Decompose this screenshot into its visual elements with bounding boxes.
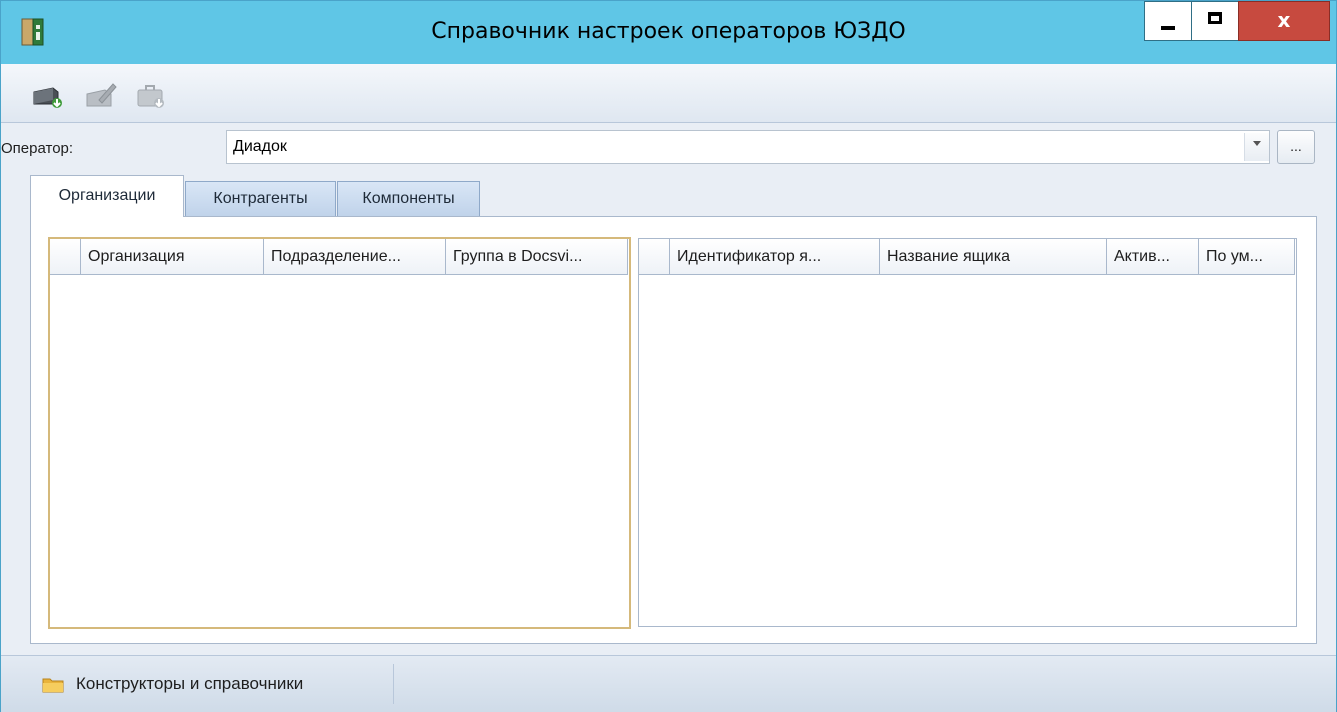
import-icon[interactable] [31,82,63,110]
grid-header: Организация Подразделение... Группа в Do… [50,239,628,275]
minimize-icon [1161,26,1175,30]
organizations-grid[interactable]: Организация Подразделение... Группа в Do… [48,237,631,629]
tab-components[interactable]: Компоненты [337,181,480,216]
status-item-designers[interactable]: Конструкторы и справочники [33,664,394,704]
row-selector-header[interactable] [639,239,670,275]
status-item-label: Конструкторы и справочники [76,674,304,693]
toolbar [1,64,1336,123]
window-title: Справочник настроек операторов ЮЗДО [431,19,906,44]
status-bar: Конструкторы и справочники [1,655,1336,712]
column-header[interactable]: Идентификатор я... [670,239,880,275]
edit-icon[interactable] [85,82,117,110]
operator-label: Оператор: [1,140,74,157]
column-header[interactable]: Подразделение... [264,239,446,275]
tab-counterparties[interactable]: Контрагенты [185,181,336,216]
title-bar[interactable]: Справочник настроек операторов ЮЗДО x [1,1,1336,64]
application-window: Справочник настроек операторов ЮЗДО x Оп… [0,0,1337,712]
mailboxes-grid[interactable]: Идентификатор я... Название ящика Актив.… [638,238,1297,627]
tab-organizations[interactable]: Организации [30,175,184,217]
column-header[interactable]: По ум... [1199,239,1295,275]
column-header[interactable]: Название ящика [880,239,1107,275]
grid-header: Идентификатор я... Название ящика Актив.… [639,239,1295,275]
chevron-down-icon [1253,141,1261,146]
operator-select[interactable]: Диадок [226,130,1270,164]
column-header[interactable]: Актив... [1107,239,1199,275]
dropdown-button[interactable] [1244,133,1269,161]
operator-more-button[interactable]: ... [1277,130,1315,164]
folder-icon [42,678,64,693]
export-icon[interactable] [135,82,167,110]
close-icon: x [1277,8,1291,32]
minimize-button[interactable] [1144,1,1192,41]
maximize-button[interactable] [1191,1,1239,41]
column-header[interactable]: Организация [81,239,264,275]
operator-value: Диадок [233,138,287,155]
row-selector-header[interactable] [50,239,81,275]
column-header[interactable]: Группа в Docsvi... [446,239,628,275]
close-button[interactable]: x [1238,1,1330,41]
maximize-icon [1208,12,1222,24]
